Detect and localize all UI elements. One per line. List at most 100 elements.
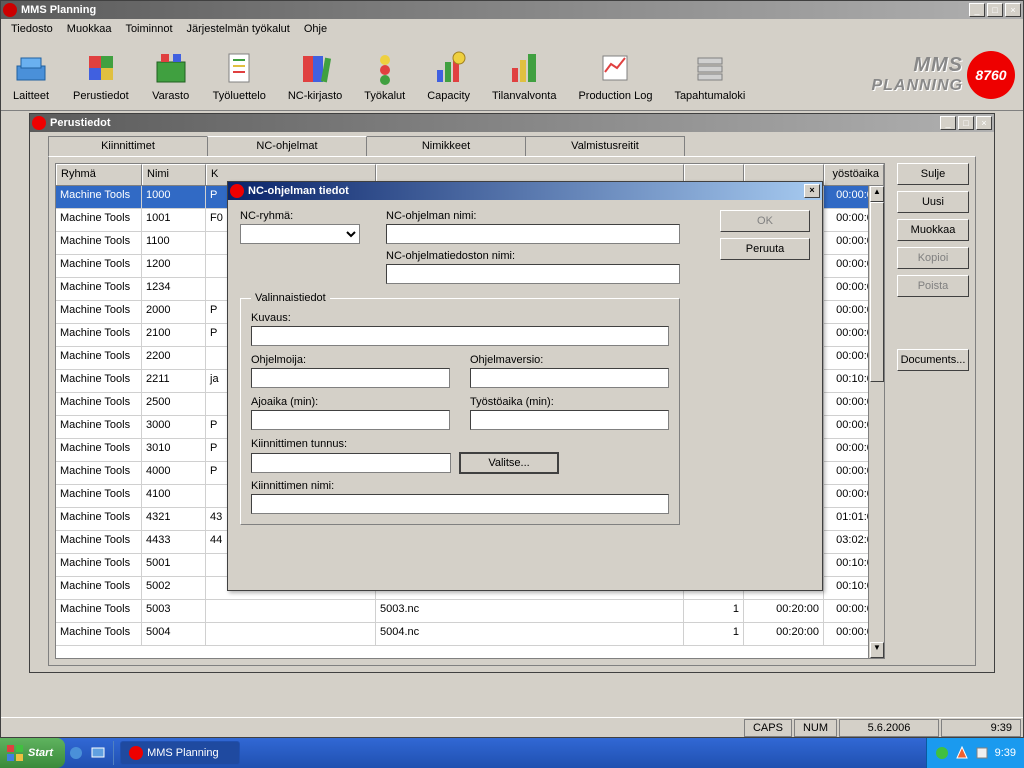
- kiinnimi-label: Kiinnittimen nimi:: [251, 480, 669, 492]
- peruuta-button[interactable]: Peruuta: [720, 238, 810, 260]
- tab-valmistusreitit[interactable]: Valmistusreitit: [525, 136, 685, 156]
- system-tray: 9:39: [926, 738, 1024, 768]
- ok-button[interactable]: OK: [720, 210, 810, 232]
- kopioi-button[interactable]: Kopioi: [897, 247, 969, 269]
- scrollbar[interactable]: ▲ ▼: [868, 186, 884, 658]
- tray-icon-3[interactable]: [975, 746, 989, 760]
- brand: MMS PLANNING 8760: [871, 51, 1015, 99]
- status-date: 5.6.2006: [839, 719, 939, 737]
- tool-varasto[interactable]: Varasto: [149, 46, 193, 104]
- status-caps: CAPS: [744, 719, 792, 737]
- nc-ohjelman-tiedot-dialog: NC-ohjelman tiedot × OK Peruuta NC-ryhmä…: [227, 181, 823, 591]
- app-title: MMS Planning: [21, 4, 969, 16]
- muokkaa-button[interactable]: Muokkaa: [897, 219, 969, 241]
- scroll-up-button[interactable]: ▲: [870, 186, 884, 202]
- tool-capacity[interactable]: Capacity: [425, 46, 472, 104]
- ncryhma-select[interactable]: [240, 224, 360, 244]
- tray-clock: 9:39: [995, 747, 1016, 759]
- tool-tyoluettelo[interactable]: Työluettelo: [211, 46, 268, 104]
- taskbar: Start MMS Planning 9:39: [0, 738, 1024, 768]
- menu-jarjestelman-tyokalut[interactable]: Järjestelmän työkalut: [181, 21, 296, 37]
- modal-title: NC-ohjelman tiedot: [248, 185, 804, 197]
- app-window: MMS Planning _ □ × Tiedosto Muokkaa Toim…: [0, 0, 1024, 738]
- ohjelmaversio-input[interactable]: [470, 368, 669, 388]
- side-buttons: Sulje Uusi Muokkaa Kopioi Poista Documen…: [891, 157, 975, 665]
- sulje-button[interactable]: Sulje: [897, 163, 969, 185]
- tray-icon-1[interactable]: [935, 746, 949, 760]
- kiintunnus-input[interactable]: [251, 453, 451, 473]
- ohjelmoija-input[interactable]: [251, 368, 450, 388]
- nclibrary-icon: [295, 48, 335, 88]
- windows-logo-icon: [6, 744, 24, 762]
- tool-productionlog[interactable]: Production Log: [576, 46, 654, 104]
- tool-tapahtumaloki[interactable]: Tapahtumaloki: [672, 46, 747, 104]
- ohjelmoija-label: Ohjelmoija:: [251, 354, 450, 366]
- brand-badge: 8760: [967, 51, 1015, 99]
- tab-nc-ohjelmat[interactable]: NC-ohjelmat: [207, 136, 367, 156]
- tool-tyokalut[interactable]: Työkalut: [362, 46, 407, 104]
- status-time: 9:39: [941, 719, 1021, 737]
- tool-perustiedot[interactable]: Perustiedot: [71, 46, 131, 104]
- modal-body: OK Peruuta NC-ryhmä: NC-ohjelman nimi: N…: [228, 200, 822, 590]
- close-button[interactable]: ×: [1005, 3, 1021, 17]
- child-close-button[interactable]: ×: [976, 116, 992, 130]
- tray-icon-2[interactable]: [955, 746, 969, 760]
- col-tyosto[interactable]: yöstöaika: [824, 164, 884, 185]
- nctiedosto-input[interactable]: [386, 264, 680, 284]
- ncnimi-input[interactable]: [386, 224, 680, 244]
- modal-icon: [230, 184, 244, 198]
- tool-laitteet[interactable]: Laitteet: [9, 46, 53, 104]
- child-titlebar: Perustiedot _ □ ×: [30, 114, 994, 132]
- tyostoaika-input[interactable]: [470, 410, 669, 430]
- kiinnimi-input[interactable]: [251, 494, 669, 514]
- menu-muokkaa[interactable]: Muokkaa: [61, 21, 118, 37]
- toolbar: Laitteet Perustiedot Varasto Työluettelo…: [1, 39, 1023, 111]
- quicklaunch-ie-icon[interactable]: [68, 745, 84, 761]
- tool-nckirjasto[interactable]: NC-kirjasto: [286, 46, 344, 104]
- menu-ohje[interactable]: Ohje: [298, 21, 333, 37]
- ncnimi-label: NC-ohjelman nimi:: [386, 210, 680, 222]
- statusbar: CAPS NUM 5.6.2006 9:39: [1, 717, 1023, 737]
- uusi-button[interactable]: Uusi: [897, 191, 969, 213]
- table-row[interactable]: Machine Tools50045004.nc100:20:0000:00:0…: [56, 623, 884, 646]
- valinnaistiedot-fieldset: Valinnaistiedot Kuvaus: Ohjelmoija: Ohje…: [240, 292, 680, 525]
- start-button[interactable]: Start: [0, 738, 65, 768]
- valitse-button[interactable]: Valitse...: [459, 452, 559, 474]
- col-ryhma[interactable]: Ryhmä: [56, 164, 142, 185]
- restore-button[interactable]: □: [987, 3, 1003, 17]
- tyostoaika-label: Työstöaika (min):: [470, 396, 669, 408]
- worklist-icon: [219, 48, 259, 88]
- col-nimi[interactable]: Nimi: [142, 164, 206, 185]
- brand-line1: MMS: [871, 54, 963, 77]
- table-row[interactable]: Machine Tools50035003.nc100:20:0000:00:0…: [56, 600, 884, 623]
- menu-toiminnot[interactable]: Toiminnot: [119, 21, 178, 37]
- minimize-button[interactable]: _: [969, 3, 985, 17]
- modal-close-button[interactable]: ×: [804, 184, 820, 198]
- modal-titlebar: NC-ohjelman tiedot ×: [228, 182, 822, 200]
- documents-button[interactable]: Documents...: [897, 349, 969, 371]
- child-minimize-button[interactable]: _: [940, 116, 956, 130]
- ncryhma-label: NC-ryhmä:: [240, 210, 370, 222]
- quicklaunch-desktop-icon[interactable]: [90, 745, 106, 761]
- brand-line2: PLANNING: [871, 77, 963, 95]
- poista-button[interactable]: Poista: [897, 275, 969, 297]
- ohjelmaversio-label: Ohjelmaversio:: [470, 354, 669, 366]
- taskbar-item-mms[interactable]: MMS Planning: [120, 741, 240, 765]
- tabs: Kiinnittimet NC-ohjelmat Nimikkeet Valmi…: [30, 132, 994, 156]
- tool-tilanvalvonta[interactable]: Tilanvalvonta: [490, 46, 558, 104]
- kuvaus-label: Kuvaus:: [251, 312, 669, 324]
- app-titlebar: MMS Planning _ □ ×: [1, 1, 1023, 19]
- ajoaika-input[interactable]: [251, 410, 450, 430]
- kuvaus-input[interactable]: [251, 326, 669, 346]
- devices-icon: [11, 48, 51, 88]
- scroll-thumb[interactable]: [870, 202, 884, 382]
- child-maximize-button[interactable]: □: [958, 116, 974, 130]
- kiintunnus-label: Kiinnittimen tunnus:: [251, 438, 669, 450]
- scroll-down-button[interactable]: ▼: [870, 642, 884, 658]
- productionlog-icon: [595, 48, 635, 88]
- app-icon: [129, 746, 143, 760]
- tab-kiinnittimet[interactable]: Kiinnittimet: [48, 136, 208, 156]
- tab-nimikkeet[interactable]: Nimikkeet: [366, 136, 526, 156]
- menu-tiedosto[interactable]: Tiedosto: [5, 21, 59, 37]
- capacity-icon: [429, 48, 469, 88]
